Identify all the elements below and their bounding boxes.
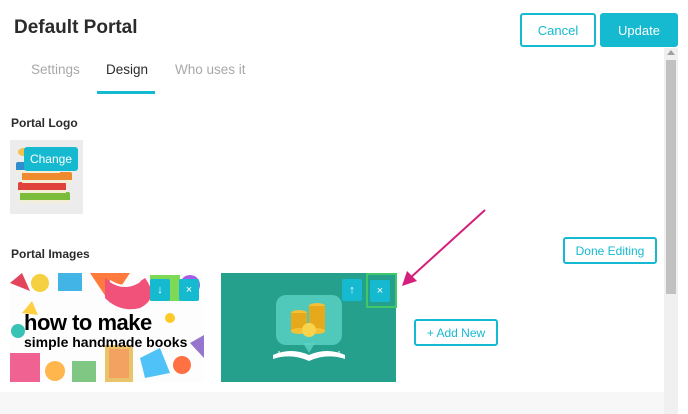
remove-image-2-button[interactable]: × bbox=[370, 280, 390, 302]
portal-logo-label: Portal Logo bbox=[11, 116, 78, 130]
arrow-up-icon: ↑ bbox=[349, 284, 355, 296]
update-button[interactable]: Update bbox=[600, 13, 678, 47]
portal-images-label: Portal Images bbox=[11, 247, 90, 261]
close-icon: × bbox=[185, 284, 193, 296]
done-editing-button[interactable]: Done Editing bbox=[563, 237, 657, 264]
change-logo-button[interactable]: Change bbox=[24, 147, 78, 171]
move-image-down-button[interactable]: ↓ bbox=[150, 279, 170, 301]
move-image-up-button[interactable]: ↑ bbox=[342, 279, 362, 301]
tab-bar: Settings Design Who uses it bbox=[0, 56, 664, 96]
tab-settings[interactable]: Settings bbox=[31, 62, 80, 77]
content-bottom-fade bbox=[0, 392, 664, 414]
active-tab-indicator bbox=[97, 91, 155, 94]
remove-image-1-button[interactable]: × bbox=[179, 279, 199, 301]
tab-who-uses-it[interactable]: Who uses it bbox=[175, 62, 246, 77]
cancel-button[interactable]: Cancel bbox=[520, 13, 596, 47]
page-title: Default Portal bbox=[14, 17, 138, 38]
tab-design[interactable]: Design bbox=[106, 62, 148, 77]
scroll-up-icon[interactable] bbox=[667, 50, 675, 55]
close-icon: × bbox=[376, 285, 384, 297]
portal-image-1 bbox=[10, 273, 204, 382]
scrollbar-thumb[interactable] bbox=[666, 60, 676, 294]
arrow-down-icon: ↓ bbox=[157, 284, 163, 296]
annotation-arrow-icon bbox=[402, 209, 486, 286]
add-new-image-button[interactable]: + Add New bbox=[414, 319, 498, 346]
